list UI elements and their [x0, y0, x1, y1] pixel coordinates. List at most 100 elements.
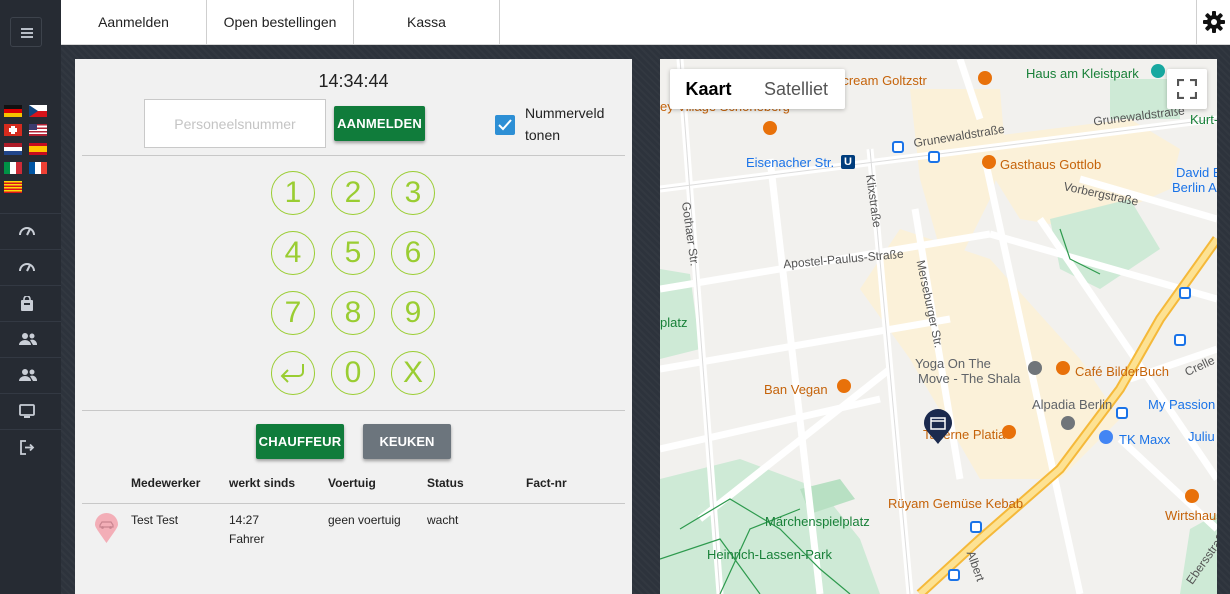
keypad-key-3[interactable]: 3	[391, 171, 435, 215]
sidebar-item-orders[interactable]	[0, 285, 61, 321]
restaurant-pin-icon	[837, 379, 851, 393]
spanish-flag[interactable]	[29, 143, 47, 155]
poi-label: Juliu	[1188, 429, 1215, 444]
divider	[82, 155, 625, 156]
cafe-pin-icon	[1056, 361, 1070, 375]
keypad-key-0[interactable]: 0	[331, 351, 375, 395]
bus-stop-icon	[892, 141, 904, 153]
poi-label: Kurt-Hi	[1190, 112, 1217, 127]
map-tab-satelliet[interactable]: Satelliet	[747, 69, 845, 109]
keypad-enter-key[interactable]	[271, 351, 315, 395]
hamburger-icon	[21, 28, 33, 30]
shopping-pin-icon	[1099, 430, 1113, 444]
tab-aanmelden[interactable]: Aanmelden	[61, 0, 207, 44]
hamburger-menu-button[interactable]	[10, 17, 42, 47]
poi-label: Rüyam Gemüse Kebab	[888, 496, 1024, 511]
divider	[82, 410, 625, 411]
poi-label: David Bo	[1176, 165, 1217, 180]
column-header-medewerker: Medewerker	[131, 476, 201, 490]
show-number-checkbox[interactable]	[495, 115, 515, 135]
keypad-key-4[interactable]: 4	[271, 231, 315, 275]
bus-stop-icon	[1116, 407, 1128, 419]
sidebar-item-dashboard[interactable]	[0, 213, 61, 249]
map-view[interactable]: Grunewaldstraße Grunewaldstraße Vorbergs…	[660, 59, 1217, 594]
bus-stop-icon	[970, 521, 982, 533]
keuken-button[interactable]: KEUKEN	[363, 424, 451, 459]
us-flag[interactable]	[29, 124, 47, 136]
gear-icon	[1203, 11, 1225, 33]
fullscreen-icon	[1177, 79, 1197, 99]
bus-stop-icon	[948, 569, 960, 581]
keypad-key-6[interactable]: 6	[391, 231, 435, 275]
login-button[interactable]: AANMELDEN	[334, 106, 425, 141]
poi-label: Café BilderBuch	[1075, 364, 1169, 379]
restaurant-pin-icon	[763, 121, 777, 135]
hamburger-icon-bar	[21, 36, 33, 38]
staff-vehicle: geen voertuig	[328, 513, 401, 527]
park-pin-icon	[1151, 64, 1165, 78]
german-flag[interactable]	[4, 105, 22, 117]
sidebar-item-display[interactable]	[0, 393, 61, 429]
poi-label: TK Maxx	[1119, 432, 1171, 447]
dashboard-icon	[19, 227, 35, 236]
poi-label: Yoga On The	[915, 356, 991, 371]
keypad-key-5[interactable]: 5	[331, 231, 375, 275]
keypad-key-7[interactable]: 7	[271, 291, 315, 335]
staff-role: Fahrer	[229, 532, 265, 546]
keypad-key-1[interactable]: 1	[271, 171, 315, 215]
sidebar-item-staff[interactable]	[0, 321, 61, 357]
show-number-label: Nummerveld tonen	[525, 105, 605, 143]
catalan-flag[interactable]	[4, 181, 22, 193]
column-header-fact-nr: Fact-nr	[526, 476, 567, 490]
school-pin-icon	[1061, 416, 1075, 430]
top-navigation-bar: Aanmelden Open bestellingen Kassa	[61, 0, 1230, 45]
staff-name: Test Test	[131, 513, 179, 527]
sidebar-item-staff-2[interactable]	[0, 357, 61, 393]
settings-button[interactable]	[1196, 0, 1230, 44]
column-header-status: Status	[427, 476, 464, 490]
poi-label: Alpadia Berlin	[1032, 397, 1113, 412]
dutch-flag[interactable]	[4, 143, 22, 155]
bus-stop-icon	[928, 151, 940, 163]
table-header-divider	[82, 503, 625, 504]
tab-kassa[interactable]: Kassa	[354, 0, 500, 44]
login-panel: 14:34:44 AANMELDEN Nummerveld tonen 1 2 …	[75, 59, 632, 594]
restaurant-pin-icon	[1002, 425, 1016, 439]
poi-pin-icon	[1028, 361, 1042, 375]
column-header-werkt-sinds: werkt sinds	[229, 476, 296, 490]
map-tab-kaart[interactable]: Kaart	[670, 69, 747, 109]
fullscreen-button[interactable]	[1167, 69, 1207, 109]
employee-number-input[interactable]	[144, 99, 326, 148]
restaurant-pin-icon	[982, 155, 996, 169]
sidebar-item-logout[interactable]	[0, 429, 61, 465]
sidebar-item-dashboard-2[interactable]	[0, 249, 61, 285]
station-label: Eisenacher Str.	[746, 155, 835, 170]
clock-time: 14:34:44	[318, 71, 389, 91]
poi-label: Gasthaus Gottlob	[1000, 157, 1102, 172]
italian-flag[interactable]	[4, 162, 22, 174]
dashboard-icon	[19, 263, 35, 272]
staff-status: wacht	[427, 513, 459, 527]
monitor-icon	[19, 404, 35, 418]
keypad-key-9[interactable]: 9	[391, 291, 435, 335]
french-flag[interactable]	[29, 162, 47, 174]
czech-flag[interactable]	[29, 105, 47, 117]
tab-open-bestellingen[interactable]: Open bestellingen	[207, 0, 354, 44]
poi-label: Heinrich-Lassen-Park	[707, 547, 832, 562]
keypad-key-8[interactable]: 8	[331, 291, 375, 335]
restaurant-pin-icon	[978, 71, 992, 85]
poi-label: Wirtshaus	[1165, 508, 1217, 523]
keypad-key-2[interactable]: 2	[331, 171, 375, 215]
swiss-flag[interactable]	[4, 124, 22, 136]
logout-icon	[20, 440, 35, 455]
chauffeur-button[interactable]: CHAUFFEUR	[256, 424, 344, 459]
poi-label: platz	[660, 315, 688, 330]
keypad-clear-key[interactable]: X	[391, 351, 435, 395]
enter-arrow-icon	[280, 364, 304, 383]
map-type-control: Kaart Satelliet	[670, 69, 845, 109]
staff-since: 14:27	[229, 513, 260, 527]
column-header-voertuig: Voertuig	[328, 476, 376, 490]
bus-stop-icon	[1179, 287, 1191, 299]
poi-label: Ban Vegan	[764, 382, 828, 397]
store-marker-icon[interactable]	[923, 409, 953, 445]
